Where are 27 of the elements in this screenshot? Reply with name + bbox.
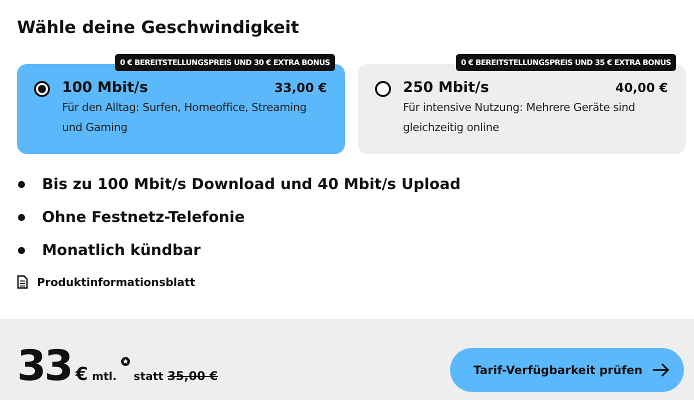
monthly-price: 33 — [17, 341, 72, 390]
bullet-icon — [18, 246, 25, 254]
feature-text: Monatlich kündbar — [42, 241, 201, 259]
star-badge-icon — [120, 357, 130, 366]
plan-description: Für den Alltag: Surfen, Homeoffice, Streaming und Gaming — [62, 100, 308, 136]
old-price: 35,00 € — [167, 369, 218, 383]
plan-speed: 250 Mbit/s — [403, 80, 489, 96]
plan-price: 33,00 € — [274, 80, 327, 96]
plan-speed: 100 Mbit/s — [62, 80, 148, 96]
instead-label: statt — [134, 370, 164, 383]
plan-option-card[interactable]: 100 Mbit/s 33,00 € Für den Alltag: Surfen, Homeoffice, Streaming und Gaming — [17, 64, 345, 154]
section-heading: Wähle deine Geschwindigkeit — [17, 18, 300, 38]
plan-price: 40,00 € — [615, 80, 668, 96]
bullet-icon — [18, 180, 25, 188]
radio-button[interactable] — [375, 81, 391, 97]
feature-text: Bis zu 100 Mbit/s Download und 40 Mbit/s Upload — [42, 175, 461, 193]
arrow-right-icon — [652, 363, 670, 377]
document-link[interactable]: Produktinformationsblatt — [17, 275, 196, 289]
bullet-icon — [18, 214, 25, 220]
period-label: mtl. — [92, 370, 117, 383]
plan-option-card[interactable]: 250 Mbit/s 40,00 € Für intensive Nutzung: Mehrere Geräte sind gleichzeitig online — [358, 64, 686, 154]
plan-description: Für intensive Nutzung: Mehrere Geräte sind gleichzeitig online — [403, 100, 636, 136]
currency-symbol: € — [75, 364, 88, 385]
feature-text: Ohne Festnetz-Telefonie — [42, 208, 245, 226]
document-icon — [17, 275, 28, 289]
check-availability-button[interactable]: Tarif-Verfügbarkeit prüfen — [450, 348, 684, 392]
radio-button[interactable] — [34, 81, 50, 97]
